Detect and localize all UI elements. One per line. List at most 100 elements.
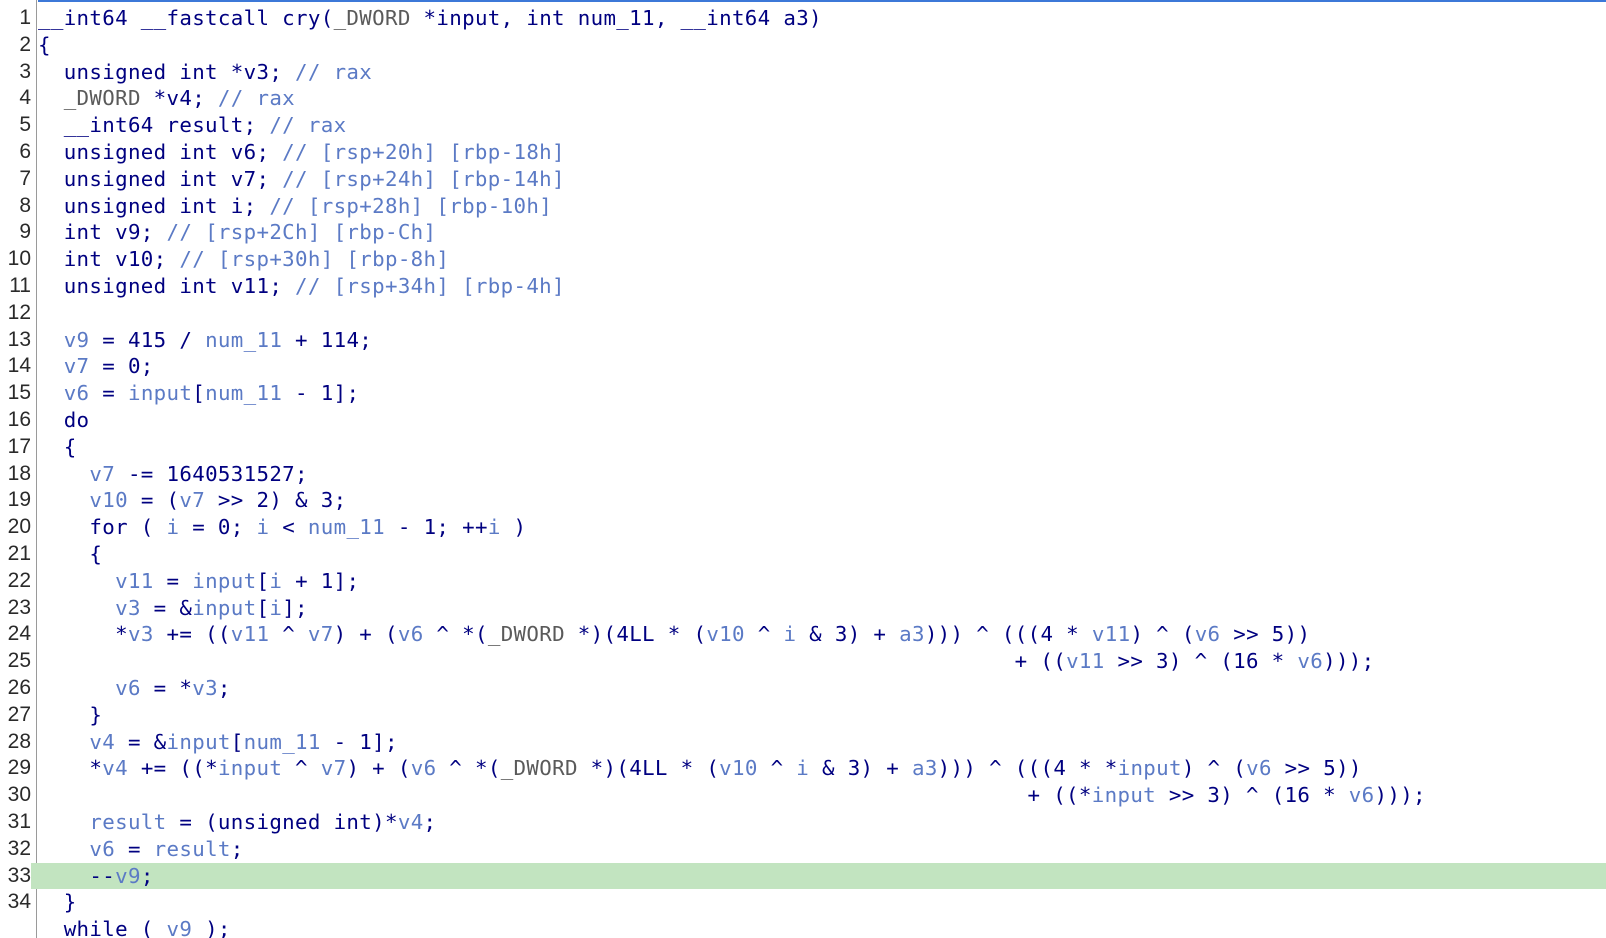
code-token[interactable]: [: [257, 569, 270, 593]
variable-token[interactable]: i: [269, 596, 282, 620]
variable-token[interactable]: v7: [64, 354, 90, 378]
variable-token[interactable]: v11: [231, 622, 270, 646]
comment-token[interactable]: // [rsp+20h] [rbp-18h]: [282, 140, 565, 164]
code-token[interactable]: ): [501, 515, 527, 539]
code-line[interactable]: 5 __int64 result; // rax: [0, 112, 1606, 139]
code-token[interactable]: ) + (: [346, 756, 410, 780]
comment-token[interactable]: // [rsp+24h] [rbp-14h]: [282, 167, 565, 191]
variable-token[interactable]: v11: [1066, 649, 1105, 673]
code-text[interactable]: unsigned int v6; // [rsp+20h] [rbp-18h]: [38, 139, 565, 166]
variable-token[interactable]: num_11: [308, 515, 385, 539]
code-text[interactable]: v6 = input[num_11 - 1];: [38, 380, 359, 407]
variable-token[interactable]: result: [154, 837, 231, 861]
variable-token[interactable]: v9: [64, 328, 90, 352]
code-text[interactable]: v7 = 0;: [38, 353, 154, 380]
code-text[interactable]: }: [38, 702, 102, 729]
code-token[interactable]: - 1; ++: [385, 515, 488, 539]
code-line[interactable]: 21 {: [0, 541, 1606, 568]
code-text[interactable]: {: [38, 541, 102, 568]
code-token[interactable]: ;: [218, 676, 231, 700]
code-token[interactable]: {: [38, 33, 51, 57]
code-line[interactable]: while ( v9 );: [0, 916, 1606, 938]
variable-token[interactable]: i: [256, 515, 269, 539]
variable-token[interactable]: input: [192, 569, 256, 593]
variable-token[interactable]: v10: [89, 488, 128, 512]
code-text[interactable]: --v9;: [38, 863, 154, 890]
comment-token[interactable]: // rax: [295, 60, 372, 84]
code-line[interactable]: 24 *v3 += ((v11 ^ v7) + (v6 ^ *(_DWORD *…: [0, 621, 1606, 648]
code-text[interactable]: *v4 += ((*input ^ v7) + (v6 ^ *(_DWORD *…: [38, 755, 1362, 782]
code-token[interactable]: --: [38, 864, 115, 888]
code-line[interactable]: 8 unsigned int i; // [rsp+28h] [rbp-10h]: [0, 193, 1606, 220]
code-token[interactable]: + 114;: [282, 328, 372, 352]
code-token[interactable]: int v10;: [38, 247, 179, 271]
code-text[interactable]: int v9; // [rsp+2Ch] [rbp-Ch]: [38, 219, 436, 246]
code-token[interactable]: ) ^ (: [1182, 756, 1246, 780]
code-token[interactable]: [: [231, 730, 244, 754]
code-token[interactable]: [38, 810, 89, 834]
variable-token[interactable]: i: [783, 622, 796, 646]
code-line[interactable]: 2{: [0, 32, 1606, 59]
code-token[interactable]: ;: [231, 837, 244, 861]
code-line[interactable]: 3 unsigned int *v3; // rax: [0, 59, 1606, 86]
code-line[interactable]: 27 }: [0, 702, 1606, 729]
variable-token[interactable]: v6: [115, 676, 141, 700]
code-text[interactable]: while ( v9 );: [38, 916, 231, 938]
code-token[interactable]: do: [38, 408, 89, 432]
code-token[interactable]: ^ *(: [436, 756, 500, 780]
variable-token[interactable]: v9: [115, 864, 141, 888]
variable-token[interactable]: v6: [411, 756, 437, 780]
code-text[interactable]: unsigned int *v3; // rax: [38, 59, 372, 86]
code-text[interactable]: {: [38, 32, 51, 59]
code-token[interactable]: + ((: [38, 649, 1066, 673]
code-line[interactable]: 16 do: [0, 407, 1606, 434]
code-token[interactable]: ))) ^ (((4 *: [925, 622, 1092, 646]
code-text[interactable]: _DWORD *v4; // rax: [38, 85, 295, 112]
variable-token[interactable]: v10: [719, 756, 758, 780]
variable-token[interactable]: i: [488, 515, 501, 539]
code-line[interactable]: 13 v9 = 415 / num_11 + 114;: [0, 327, 1606, 354]
code-token[interactable]: [38, 569, 115, 593]
code-text[interactable]: v9 = 415 / num_11 + 114;: [38, 327, 372, 354]
code-token[interactable]: <: [269, 515, 308, 539]
code-token[interactable]: [: [192, 381, 205, 405]
code-line[interactable]: 25 + ((v11 >> 3) ^ (16 * v6)));: [0, 648, 1606, 675]
code-token[interactable]: = 0;: [89, 354, 153, 378]
code-line[interactable]: 32 v6 = result;: [0, 836, 1606, 863]
code-line[interactable]: 19 v10 = (v7 >> 2) & 3;: [0, 487, 1606, 514]
code-token[interactable]: >> 3) ^ (16 *: [1105, 649, 1298, 673]
code-text[interactable]: {: [38, 434, 77, 461]
code-text[interactable]: v3 = &input[i];: [38, 595, 308, 622]
variable-token[interactable]: v3: [115, 596, 141, 620]
code-line[interactable]: 18 v7 -= 1640531527;: [0, 461, 1606, 488]
code-token[interactable]: }: [38, 890, 77, 914]
code-area[interactable]: 1 __int64 __fastcall cry(_DWORD *input, i…: [0, 5, 1606, 938]
code-line[interactable]: 10 int v10; // [rsp+30h] [rbp-8h]: [0, 246, 1606, 273]
code-token[interactable]: - 1];: [321, 730, 398, 754]
code-token[interactable]: += ((*: [128, 756, 218, 780]
code-line[interactable]: 4 _DWORD *v4; // rax: [0, 85, 1606, 112]
code-line[interactable]: 29 *v4 += ((*input ^ v7) + (v6 ^ *(_DWOR…: [0, 755, 1606, 782]
code-token[interactable]: [38, 462, 89, 486]
code-token[interactable]: *)(4LL * (: [578, 756, 719, 780]
code-text[interactable]: *v3 += ((v11 ^ v7) + (v6 ^ *(_DWORD *)(4…: [38, 621, 1310, 648]
pseudocode-view[interactable]: 1 __int64 __fastcall cry(_DWORD *input, i…: [0, 0, 1606, 938]
code-token[interactable]: =: [89, 381, 128, 405]
variable-token[interactable]: input: [218, 756, 282, 780]
code-token[interactable]: *v4;: [141, 86, 218, 110]
code-token[interactable]: ))) ^ (((4 * *: [938, 756, 1118, 780]
code-line[interactable]: 12: [0, 300, 1606, 327]
code-token[interactable]: = *: [141, 676, 192, 700]
code-text[interactable]: result = (unsigned int)*v4;: [38, 809, 436, 836]
code-token[interactable]: >> 3) ^ (16 *: [1156, 783, 1349, 807]
code-text[interactable]: + ((*input >> 3) ^ (16 * v6)));: [38, 782, 1426, 809]
code-token[interactable]: ;: [424, 810, 437, 834]
variable-token[interactable]: v6: [398, 622, 424, 646]
code-token[interactable]: [38, 596, 115, 620]
code-token[interactable]: [38, 354, 64, 378]
code-token[interactable]: [38, 86, 64, 110]
variable-token[interactable]: v6: [1246, 756, 1272, 780]
variable-token[interactable]: num_11: [244, 730, 321, 754]
code-line[interactable]: 20 for ( i = 0; i < num_11 - 1; ++i ): [0, 514, 1606, 541]
variable-token[interactable]: v7: [308, 622, 334, 646]
